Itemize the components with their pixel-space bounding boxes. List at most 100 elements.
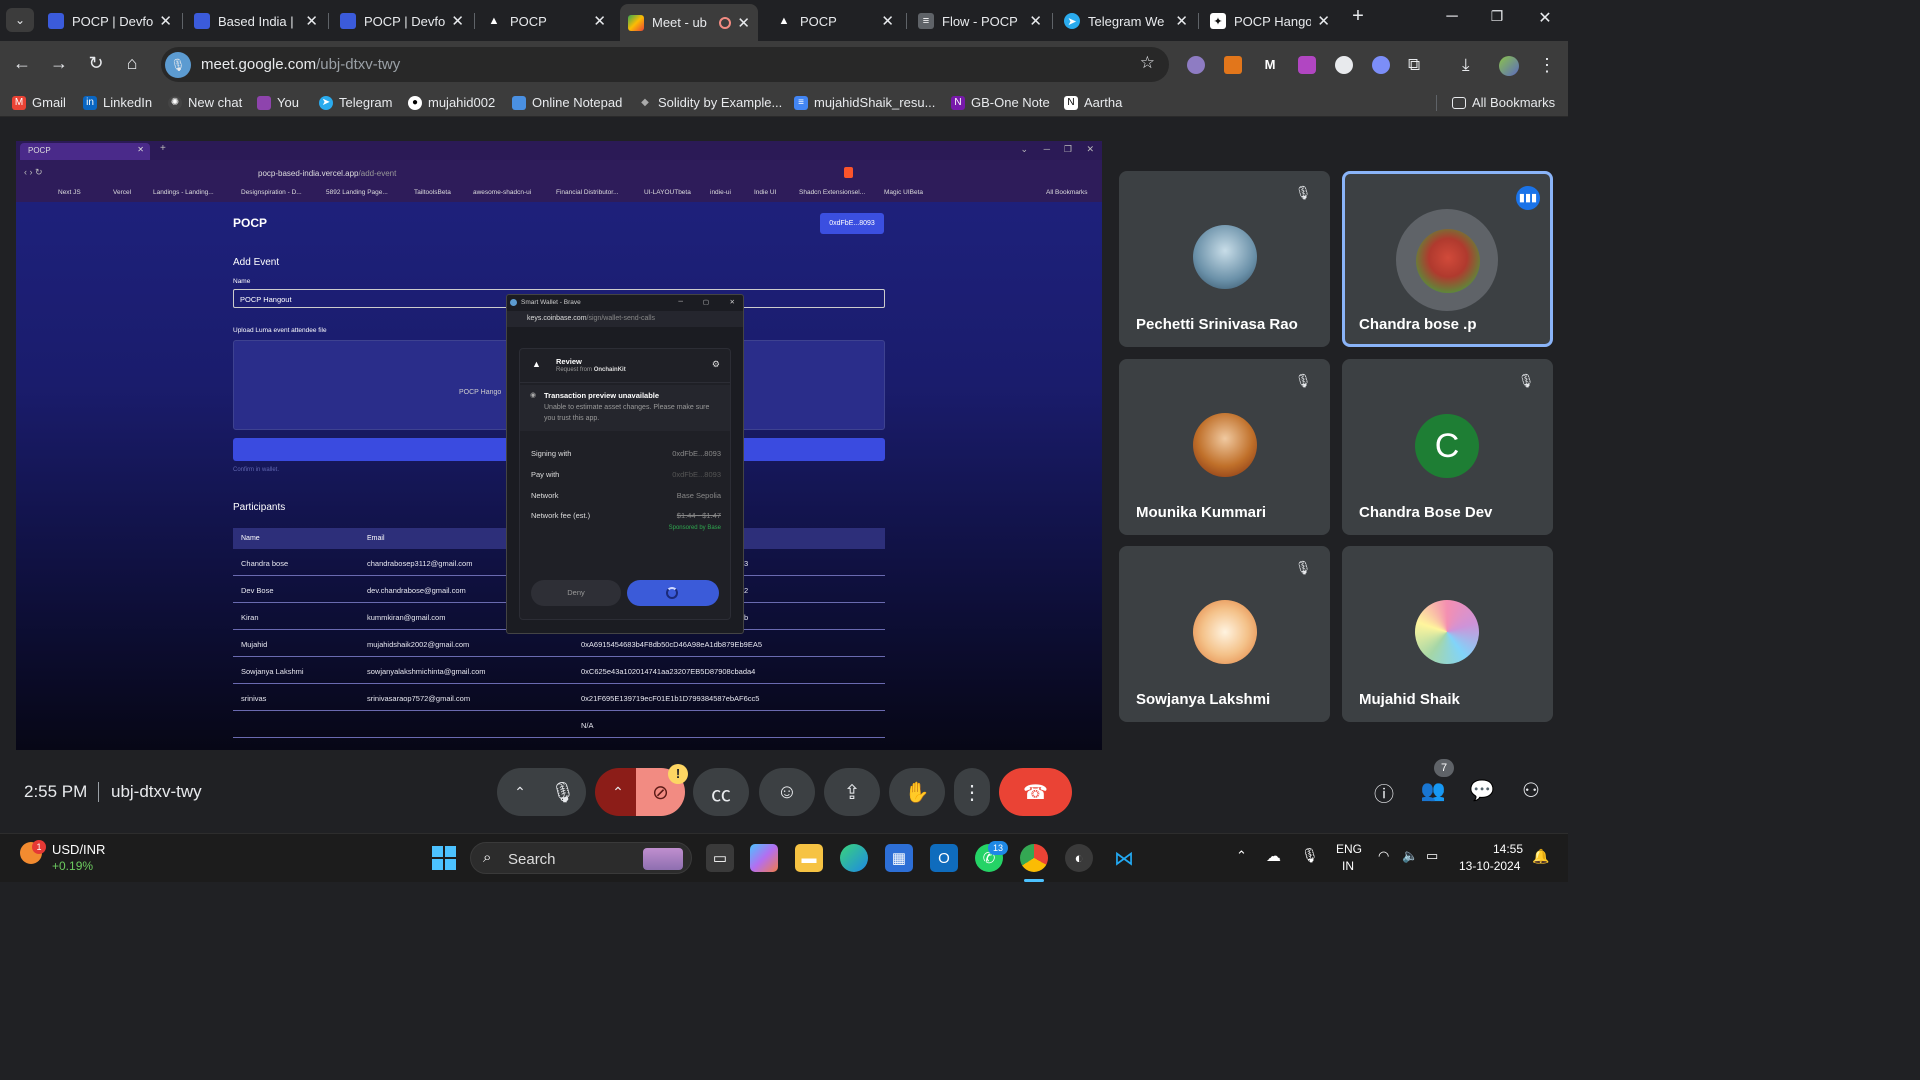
- bookmark-gmail[interactable]: M Gmail: [12, 95, 66, 110]
- store-icon[interactable]: ▦: [885, 844, 913, 872]
- people-icon[interactable]: 👥: [1418, 778, 1448, 803]
- tab-pocp-hangout[interactable]: ✦ POCP Hango ✕: [1202, 6, 1338, 36]
- forward-icon[interactable]: →: [47, 53, 71, 74]
- metamask-icon[interactable]: [1224, 56, 1242, 74]
- emoji-button[interactable]: ☺: [759, 768, 815, 816]
- clock-date[interactable]: 13-10-2024: [1459, 859, 1520, 873]
- close-icon[interactable]: ✕: [159, 12, 172, 30]
- vscode-icon[interactable]: ⋈: [1110, 844, 1138, 872]
- address-bar[interactable]: 🎙 meet.google.com/ubj-dtxv-twy ☆: [161, 47, 1169, 82]
- activities-icon[interactable]: ⚇: [1516, 778, 1546, 803]
- chrome-icon[interactable]: [1020, 844, 1048, 872]
- participant-tile-speaking[interactable]: ▮▮▮ Chandra bose .p: [1342, 171, 1553, 347]
- file-explorer-icon[interactable]: ▬: [795, 844, 823, 872]
- bookmark-aartha[interactable]: N Aartha: [1064, 95, 1122, 110]
- participant-tile[interactable]: 🎙 Sowjanya Lakshmi: [1119, 546, 1330, 722]
- tab-meet-active[interactable]: Meet - ub ✕: [620, 4, 758, 41]
- minimize-icon[interactable]: ─: [1437, 8, 1467, 26]
- site-info-icon[interactable]: 🎙: [165, 51, 191, 78]
- triangle-icon: ▲: [488, 15, 500, 27]
- participant-tile[interactable]: 🎙 Pechetti Srinivasa Rao: [1119, 171, 1330, 347]
- reload-icon[interactable]: ↻: [84, 53, 108, 74]
- tab-telegram[interactable]: ➤ Telegram We ✕: [1056, 6, 1196, 36]
- home-icon[interactable]: ⌂: [120, 53, 144, 74]
- task-view-icon[interactable]: ▭: [706, 844, 734, 872]
- close-icon[interactable]: ✕: [1029, 12, 1042, 30]
- bookmark-telegram[interactable]: ➤ Telegram: [319, 95, 392, 110]
- close-icon[interactable]: ✕: [451, 12, 464, 30]
- audio-options-button[interactable]: ⌃: [497, 768, 543, 816]
- obs-icon[interactable]: ◐: [1065, 844, 1093, 872]
- edge-icon[interactable]: [840, 844, 868, 872]
- video-options-button[interactable]: ⌃: [595, 768, 641, 816]
- more-options-button[interactable]: ⋮: [954, 768, 990, 816]
- taskbar-search[interactable]: ⌕ Search: [470, 842, 692, 874]
- participant-tile[interactable]: 🎙 Mounika Kummari: [1119, 359, 1330, 535]
- extension-icon[interactable]: [1298, 56, 1316, 74]
- clock-time[interactable]: 14:55: [1493, 842, 1523, 856]
- tab-pocp-devfolio-1[interactable]: POCP | Devfo ✕: [40, 6, 180, 36]
- wallet-url: keys.coinbase.com/sign/wallet-send-calls: [507, 311, 743, 327]
- tab-pocp-1[interactable]: ▲ POCP ✕: [478, 6, 614, 36]
- download-icon[interactable]: ⤓: [1462, 56, 1480, 74]
- close-icon[interactable]: ✕: [1175, 12, 1188, 30]
- chat-icon[interactable]: 💬: [1467, 778, 1497, 803]
- bookmark-you[interactable]: You: [257, 95, 299, 110]
- wifi-icon[interactable]: ◠: [1378, 848, 1389, 864]
- bookmark-onenote[interactable]: N GB-One Note: [951, 95, 1050, 110]
- bookmark-new-chat[interactable]: ✺ New chat: [168, 95, 242, 110]
- bookmark-solidity[interactable]: ◆ Solidity by Example...: [638, 95, 782, 110]
- restore-icon[interactable]: ❐: [1482, 8, 1512, 25]
- profile-avatar[interactable]: [1499, 56, 1519, 76]
- notification-bell-icon[interactable]: 🔔: [1532, 848, 1549, 865]
- copilot-icon[interactable]: [750, 844, 778, 872]
- language-top[interactable]: ENG: [1336, 842, 1362, 856]
- close-window-icon[interactable]: ✕: [1530, 8, 1560, 28]
- tab-flow-pocp[interactable]: ≡ Flow - POCP ✕: [910, 6, 1050, 36]
- mic-tray-icon[interactable]: 🎙: [1301, 847, 1319, 864]
- tab-search-button[interactable]: ⌄: [6, 8, 34, 32]
- close-icon[interactable]: ✕: [1317, 12, 1330, 30]
- outlook-icon[interactable]: O: [930, 844, 958, 872]
- windows-start-icon[interactable]: [430, 844, 458, 872]
- extension-icon[interactable]: [1335, 56, 1353, 74]
- close-icon[interactable]: ✕: [305, 12, 318, 30]
- show-hidden-icons[interactable]: ⌃: [1236, 848, 1247, 864]
- bookmark-github[interactable]: ● mujahid002: [408, 95, 495, 110]
- extension-icon[interactable]: [1372, 56, 1390, 74]
- menu-icon[interactable]: ⋮: [1538, 56, 1556, 74]
- language-bottom[interactable]: IN: [1342, 859, 1354, 873]
- tab-pocp-2[interactable]: ▲ POCP ✕: [768, 6, 902, 36]
- back-icon[interactable]: ←: [10, 53, 34, 74]
- browser-tab-strip: ⌄ POCP | Devfo ✕ Based India | ✕ POCP | …: [0, 0, 1568, 41]
- mic-button[interactable]: 🎙: [540, 768, 586, 816]
- new-tab-button[interactable]: +: [1343, 5, 1373, 28]
- extension-icon[interactable]: [1187, 56, 1205, 74]
- medium-icon[interactable]: M: [1261, 56, 1279, 74]
- mic-off-icon: 🎙: [1517, 373, 1535, 388]
- browser-toolbar: ← → ↻ ⌂ 🎙 meet.google.com/ubj-dtxv-twy ☆…: [0, 41, 1568, 88]
- battery-icon[interactable]: ▭: [1426, 848, 1438, 864]
- participant-tile[interactable]: 🎙 C Chandra Bose Dev: [1342, 359, 1553, 535]
- close-icon[interactable]: ✕: [737, 14, 750, 32]
- eye-icon: ◉: [530, 392, 537, 399]
- extensions-puzzle-icon[interactable]: ⧉: [1408, 56, 1426, 74]
- participant-tile[interactable]: Mujahid Shaik: [1342, 546, 1553, 722]
- close-icon[interactable]: ✕: [593, 12, 606, 30]
- raise-hand-button[interactable]: ✋: [889, 768, 945, 816]
- bookmark-online-notepad[interactable]: Online Notepad: [512, 95, 622, 110]
- bookmark-resume[interactable]: ≡ mujahidShaik_resu...: [794, 95, 935, 110]
- tab-pocp-devfolio-2[interactable]: POCP | Devfo ✕: [332, 6, 472, 36]
- bookmark-linkedin[interactable]: in LinkedIn: [83, 95, 152, 110]
- captions-button[interactable]: ㏄: [693, 768, 749, 816]
- volume-icon[interactable]: 🔈: [1402, 848, 1418, 864]
- onedrive-icon[interactable]: ☁: [1266, 847, 1281, 865]
- bookmark-star-icon[interactable]: ☆: [1140, 53, 1155, 73]
- close-icon[interactable]: ✕: [881, 12, 894, 30]
- tab-based-india[interactable]: Based India | ✕: [186, 6, 326, 36]
- url-host: meet.google.com: [201, 56, 317, 73]
- end-call-button[interactable]: ☎: [999, 768, 1072, 816]
- all-bookmarks[interactable]: All Bookmarks: [1452, 95, 1555, 110]
- present-screen-button[interactable]: ⇪: [824, 768, 880, 816]
- info-icon[interactable]: ⓘ: [1369, 778, 1399, 807]
